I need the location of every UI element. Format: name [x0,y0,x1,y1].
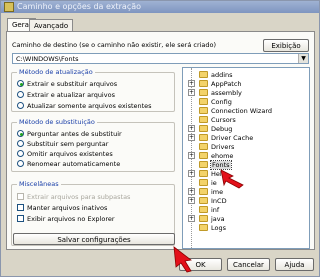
overwrite-option-ask[interactable]: Perguntar antes de substituir [17,130,122,138]
tab-avancado[interactable]: Avançado [29,19,74,31]
expand-plus-icon[interactable]: + [188,89,195,96]
tree-item[interactable]: + ime [183,188,309,196]
destination-path-value: C:\WINDOWS\Fonts [16,55,79,63]
misc-option-keep-inactive[interactable]: Manter arquivos inativos [17,204,107,212]
tree-item[interactable]: + AppPatch [183,80,309,88]
window-title: Caminho e opções da extração [17,2,142,11]
folder-icon [199,224,208,231]
radio-icon [17,140,24,147]
extraction-dialog: Caminho e opções da extração Geral Avanç… [0,0,320,277]
folder-icon [199,161,208,168]
folder-tree[interactable]: addins + AppPatch + assembly Config Connec… [182,67,310,249]
update-option-existing-only[interactable]: Atualizar somente arquivos existentes [17,102,152,110]
misc-option-subfolders: Extrair arquivos para subpastas [17,193,130,201]
folder-icon [199,215,208,222]
tree-item[interactable]: Config [183,98,309,106]
cancel-button[interactable]: Cancelar [227,258,270,271]
expand-plus-icon[interactable]: + [188,170,195,177]
misc-title: Miscelâneas [17,180,61,188]
expand-plus-icon[interactable]: + [188,152,195,159]
folder-icon [199,206,208,213]
overwrite-mode-group: Método de substituição Perguntar antes d… [11,118,175,172]
folder-icon [199,116,208,123]
expand-plus-icon[interactable]: + [188,134,195,141]
checkbox-icon [17,204,24,211]
expand-plus-icon[interactable]: + [188,215,195,222]
tree-item[interactable]: inf [183,206,309,214]
tree-item[interactable]: + ehome [183,152,309,160]
overwrite-option-rename[interactable]: Renomear automaticamente [17,160,120,168]
overwrite-option-skip[interactable]: Omitir arquivos existentes [17,150,113,158]
folder-icon [199,188,208,195]
folder-icon [199,179,208,186]
radio-icon [17,91,24,98]
tree-item[interactable]: + java [183,215,309,223]
radio-icon [17,150,24,157]
help-button[interactable]: Ajuda [275,258,314,271]
misc-option-show-explorer[interactable]: Exibir arquivos no Explorer [17,215,115,223]
folder-icon [199,143,208,150]
show-button[interactable]: Exibição [263,39,309,52]
overwrite-mode-title: Método de substituição [17,118,97,126]
red-arrow-icon [220,169,244,189]
expand-plus-icon[interactable]: + [188,197,195,204]
folder-icon [199,107,208,114]
folder-icon [199,170,208,177]
tree-item[interactable]: addins [183,71,309,79]
winrar-icon [4,2,14,12]
radio-selected-icon [17,130,24,137]
tree-item[interactable]: Drivers [183,143,309,151]
expand-plus-icon[interactable]: + [188,188,195,195]
folder-icon [199,89,208,96]
tree-item[interactable]: Cursors [183,116,309,124]
expand-plus-icon[interactable]: + [188,80,195,87]
update-option-extract-replace[interactable]: Extrair e substituir arquivos [17,80,117,88]
chevron-down-icon[interactable]: ▼ [298,54,308,63]
tree-item[interactable]: + InCD [183,197,309,205]
save-settings-button[interactable]: Salvar configurações [13,233,175,245]
tree-item[interactable]: Logs [183,224,309,232]
tree-item[interactable]: Connection Wizard [183,107,309,115]
overwrite-option-no-ask[interactable]: Substituir sem perguntar [17,140,108,148]
destination-path-combo[interactable]: C:\WINDOWS\Fonts ▼ [12,53,309,64]
red-arrow-icon [173,246,192,273]
folder-icon [199,197,208,204]
radio-selected-icon [17,80,24,87]
radio-icon [17,160,24,167]
title-bar[interactable]: Caminho e opções da extração [1,1,319,13]
folder-icon [199,71,208,78]
folder-icon [199,134,208,141]
folder-icon [199,80,208,87]
expand-plus-icon[interactable]: + [188,125,195,132]
checkbox-icon [17,193,24,200]
folder-icon [199,98,208,105]
tree-item[interactable]: + Debug [183,125,309,133]
update-mode-group: Método de atualização Extrair e substitu… [11,68,175,112]
checkbox-icon [17,215,24,222]
tree-item[interactable]: + assembly [183,89,309,97]
radio-icon [17,102,24,109]
folder-icon [199,125,208,132]
tree-item[interactable]: + Driver Cache [183,134,309,142]
destination-label: Caminho de destino (se o caminho não exi… [12,41,217,49]
folder-icon [199,152,208,159]
update-mode-title: Método de atualização [17,68,95,76]
update-option-extract-update[interactable]: Extrair e atualizar arquivos [17,91,115,99]
